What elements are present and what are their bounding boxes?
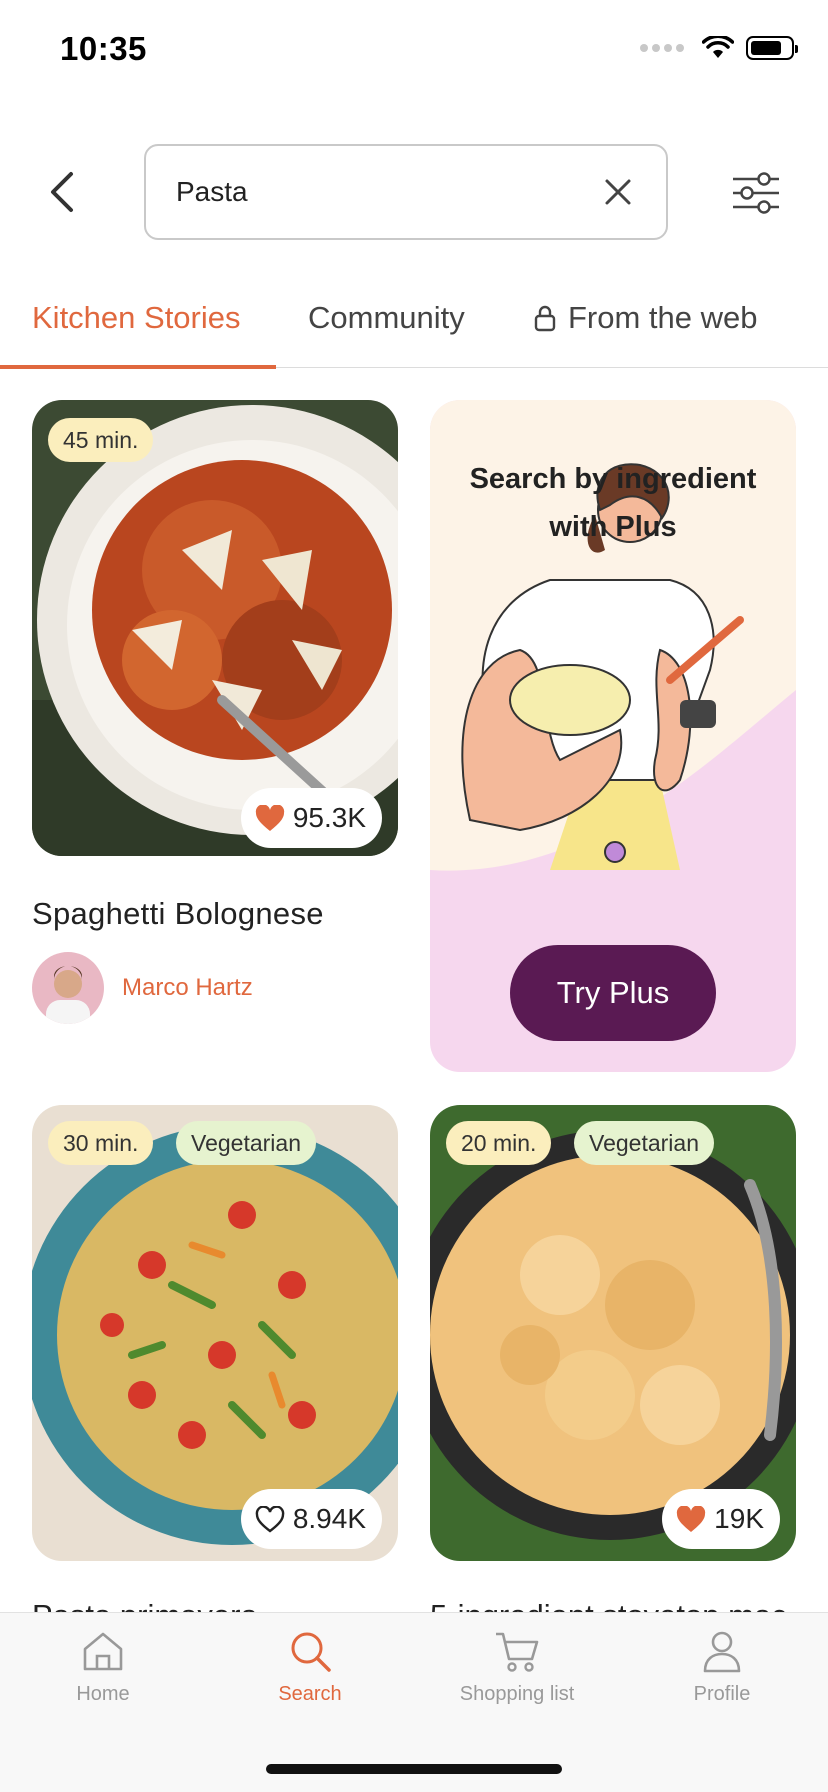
- status-bar: 10:35: [0, 0, 828, 100]
- like-count: 95.3K: [292, 802, 366, 833]
- signal-icon: [640, 44, 684, 52]
- chevron-left-icon: [51, 172, 73, 212]
- wifi-icon: [702, 36, 734, 58]
- tab-label: Kitchen Stories: [32, 300, 241, 335]
- search-query[interactable]: Pasta: [176, 176, 598, 208]
- tab-from-the-web[interactable]: From the web: [534, 300, 758, 336]
- like-button[interactable]: 8.94K: [240, 1489, 382, 1549]
- heart-filled-icon: [677, 1505, 706, 1532]
- status-icons: [640, 36, 798, 60]
- like-count: 19K: [714, 1503, 764, 1534]
- back-button[interactable]: [36, 162, 86, 222]
- nav-search[interactable]: Search: [230, 1629, 390, 1706]
- lock-icon: [534, 305, 556, 332]
- search-input[interactable]: Pasta: [144, 144, 668, 240]
- recipe-card-image[interactable]: 30 min. Vegetarian 8.94K: [32, 1105, 398, 1561]
- recipe-card-image[interactable]: 45 min. 95.3K: [32, 400, 398, 856]
- home-indicator[interactable]: [266, 1764, 562, 1774]
- heart-filled-icon: [255, 804, 284, 831]
- status-time: 10:35: [60, 30, 147, 67]
- profile-icon: [703, 1631, 741, 1673]
- plus-promo-card[interactable]: Search by ingredient with Plus Try Plus: [430, 400, 796, 1072]
- avatar: [32, 952, 104, 1024]
- cook-time-badge: 30 min.: [48, 1121, 154, 1165]
- like-button[interactable]: 19K: [662, 1489, 780, 1549]
- nav-label: Profile: [693, 1683, 751, 1705]
- cart-icon: [496, 1632, 539, 1672]
- tab-kitchen-stories[interactable]: Kitchen Stories: [32, 300, 241, 336]
- tab-community[interactable]: Community: [308, 300, 465, 336]
- battery-icon: [746, 36, 798, 60]
- nav-label: Search: [278, 1683, 342, 1705]
- nav-shopping-list[interactable]: Shopping list: [437, 1629, 597, 1706]
- heart-outline-icon: [255, 1505, 285, 1533]
- filter-button[interactable]: [726, 165, 786, 220]
- like-button[interactable]: 95.3K: [240, 788, 382, 848]
- nav-label: Shopping list: [459, 1683, 575, 1705]
- diet-tag: Vegetarian: [574, 1121, 714, 1165]
- close-icon: [605, 179, 631, 205]
- tab-label: From the web: [568, 300, 758, 335]
- try-plus-button[interactable]: Try Plus: [510, 945, 716, 1041]
- search-icon: [291, 1632, 331, 1672]
- recipe-title[interactable]: Spaghetti Bolognese: [32, 896, 324, 932]
- author-name: Marco Hartz: [122, 974, 253, 1001]
- sliders-icon: [733, 171, 779, 214]
- nav-label: Home: [76, 1683, 130, 1705]
- recipe-card-image[interactable]: 20 min. Vegetarian 19K: [430, 1105, 796, 1561]
- active-tab-indicator: [0, 365, 276, 369]
- nav-profile[interactable]: Profile: [642, 1629, 802, 1706]
- author-link[interactable]: Marco Hartz: [32, 952, 253, 1024]
- cook-time-badge: 45 min.: [48, 418, 154, 462]
- nav-home[interactable]: Home: [23, 1629, 183, 1706]
- diet-tag: Vegetarian: [176, 1121, 316, 1165]
- tab-label: Community: [308, 300, 465, 335]
- promo-title: Search by ingredient with Plus: [469, 463, 757, 543]
- clear-search-button[interactable]: [598, 172, 638, 212]
- like-count: 8.94K: [292, 1503, 366, 1534]
- home-icon: [83, 1632, 123, 1671]
- cook-time-badge: 20 min.: [446, 1121, 552, 1165]
- source-tabs: Kitchen Stories Community From the web: [0, 286, 828, 369]
